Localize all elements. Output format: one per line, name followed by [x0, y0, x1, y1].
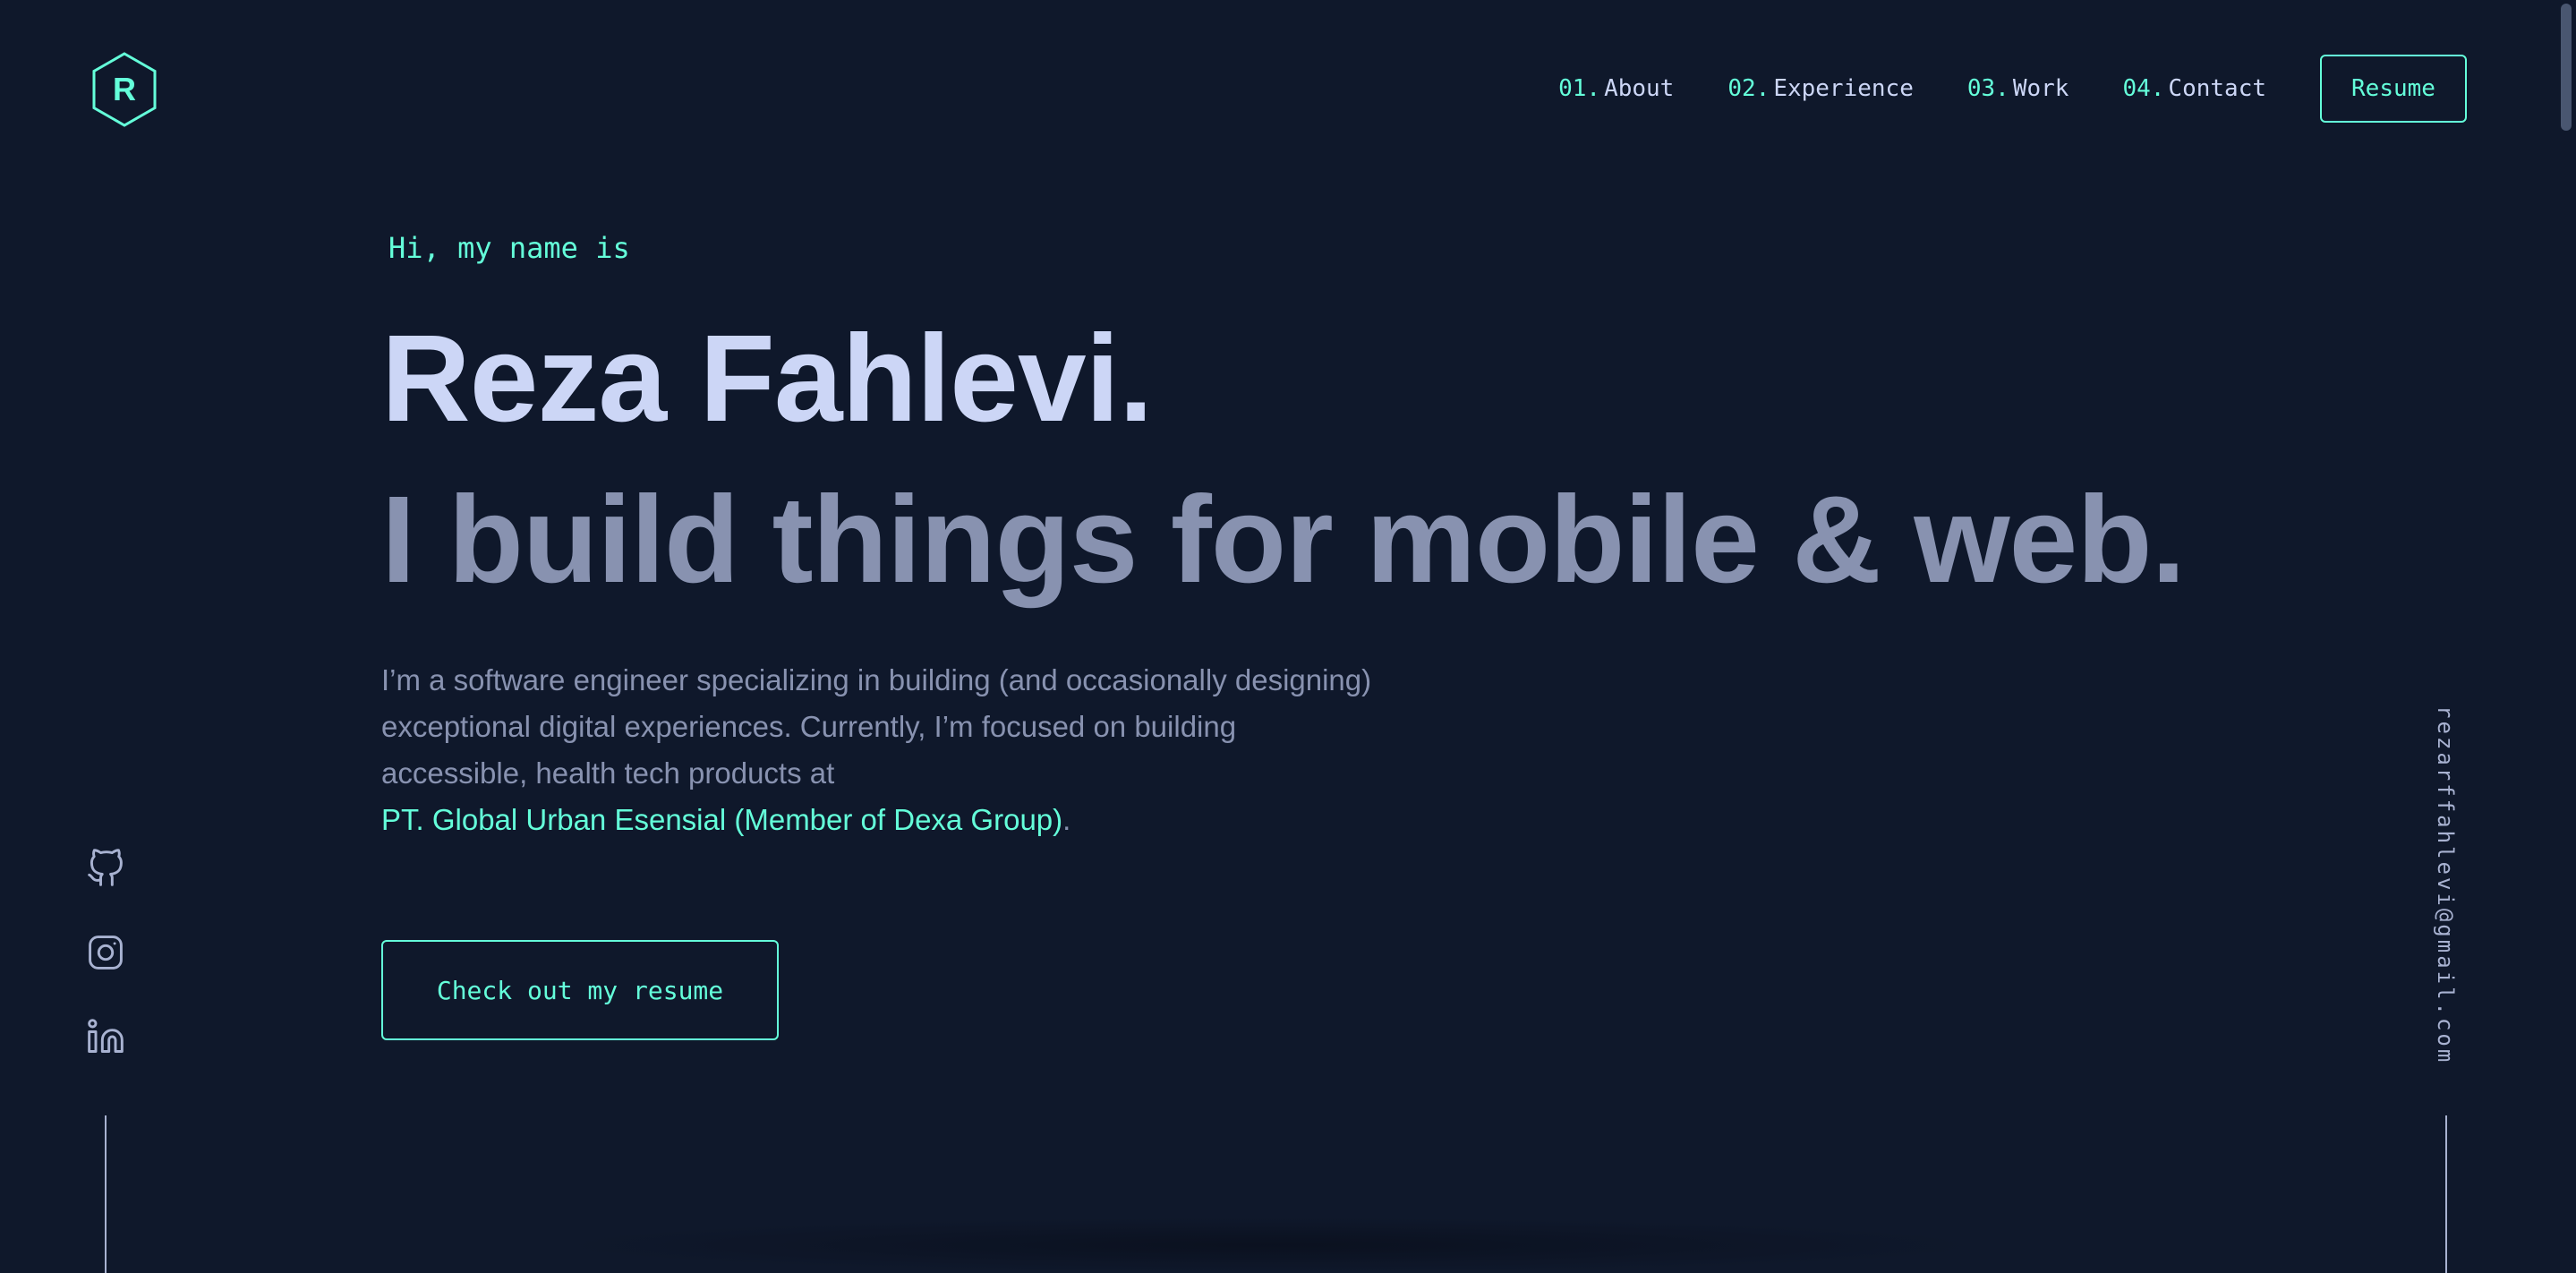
hero-name: Reza Fahlevi. [381, 310, 1153, 448]
nav-label: Experience [1773, 75, 1914, 102]
scrollbar[interactable] [2556, 0, 2576, 1273]
nav-item-work[interactable]: 03. Work [1967, 75, 2069, 102]
nav-label: Contact [2168, 75, 2266, 102]
company-link[interactable]: PT. Global Urban Esensial (Member of Dex… [381, 803, 1062, 836]
top-nav: 01. About 02. Experience 03. Work 04. Contac… [1558, 54, 2467, 124]
nav-item-contact[interactable]: 04. Contact [2122, 75, 2266, 102]
nav-number: 04. [2122, 75, 2165, 102]
right-divider-line [2445, 1115, 2447, 1273]
description-period: . [1062, 803, 1071, 836]
logo-letter: R [113, 71, 136, 107]
scrollbar-thumb[interactable] [2561, 4, 2572, 131]
instagram-icon[interactable] [86, 933, 125, 972]
logo[interactable]: R [91, 52, 158, 127]
linkedin-icon[interactable] [86, 1017, 125, 1056]
nav-label: About [1604, 75, 1675, 102]
resume-button[interactable]: Resume [2320, 55, 2467, 123]
bottom-shadow [555, 1217, 1987, 1273]
nav-number: 01. [1558, 75, 1601, 102]
nav-number: 03. [1966, 75, 2009, 102]
nav-item-experience[interactable]: 02. Experience [1727, 75, 1914, 102]
hero-greeting: Hi, my name is [388, 231, 630, 265]
nav-item-about[interactable]: 01. About [1558, 75, 1674, 102]
check-resume-button[interactable]: Check out my resume [381, 940, 779, 1040]
social-links [86, 849, 125, 1101]
nav-number: 02. [1727, 75, 1770, 102]
github-icon[interactable] [86, 849, 125, 888]
hero-description: I’m a software engineer specializing in … [381, 657, 1375, 843]
hero-tagline: I build things for mobile & web. [381, 471, 2186, 609]
email-link[interactable]: rezarffahlevi@gmail.com [2433, 705, 2458, 1064]
nav-label: Work [2012, 75, 2069, 102]
hero-description-text: I’m a software engineer specializing in … [381, 663, 1372, 790]
left-divider-line [105, 1115, 107, 1273]
email-column: rezarffahlevi@gmail.com [2422, 705, 2469, 1064]
